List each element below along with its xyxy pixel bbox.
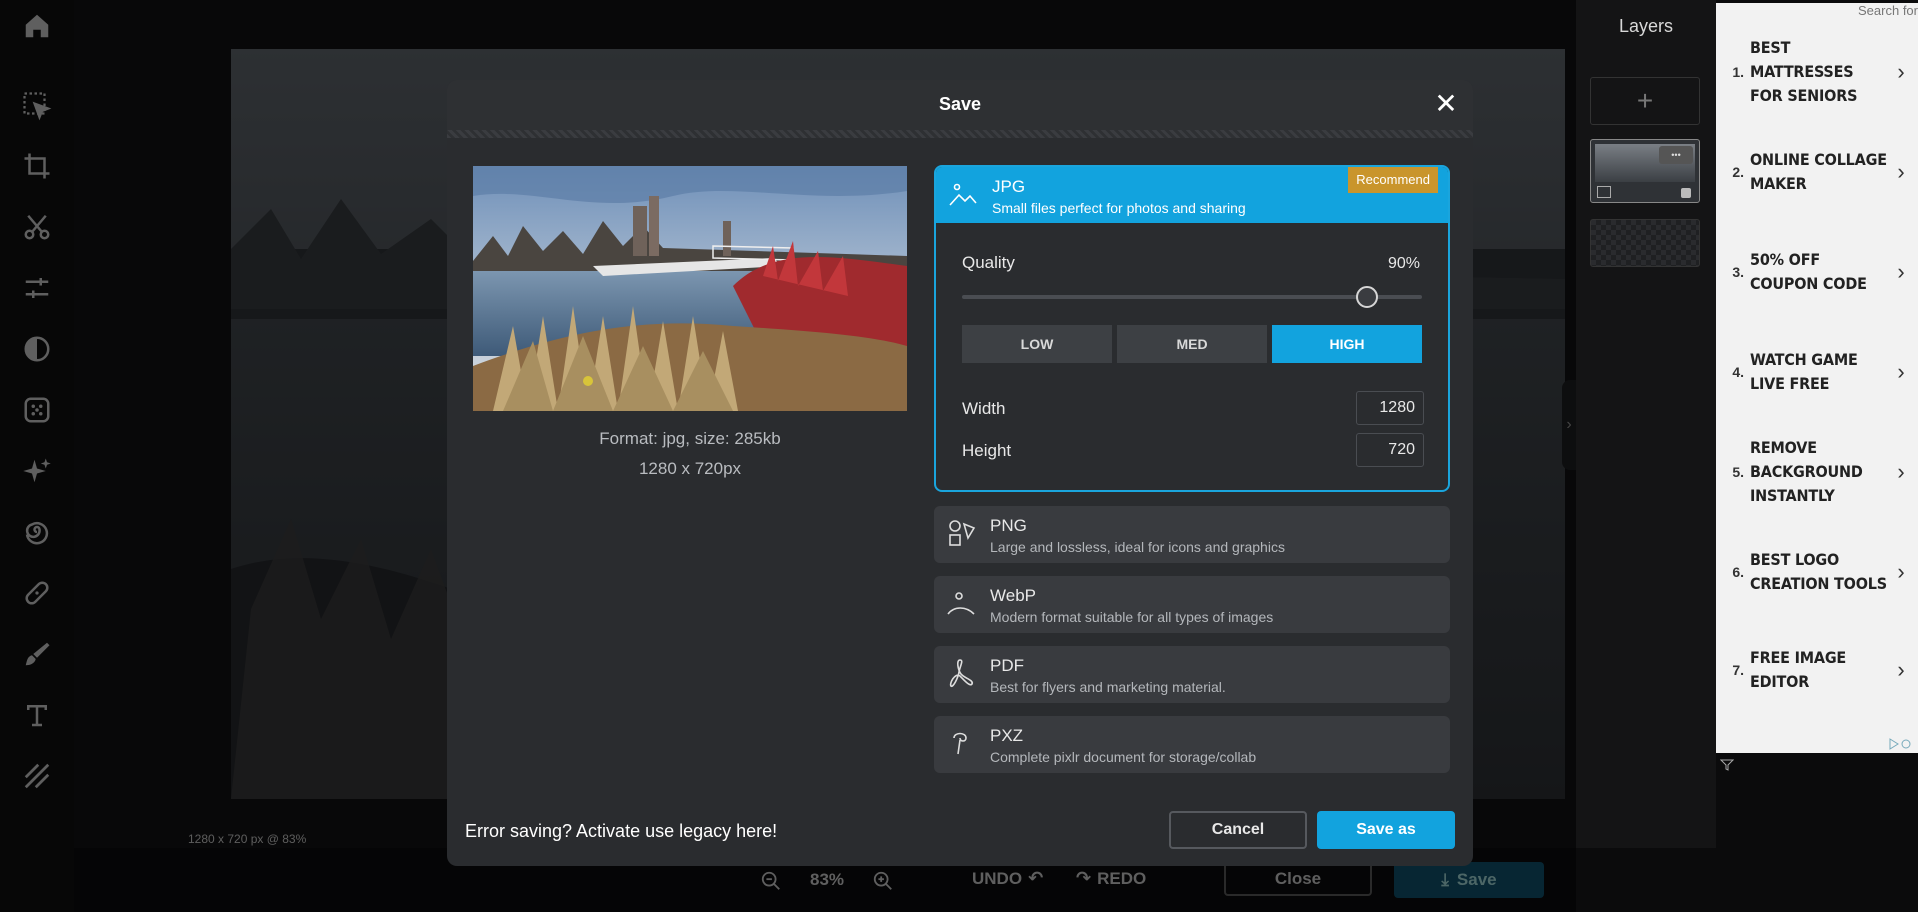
chevron-right-icon: › <box>1897 59 1905 84</box>
dialog-title: Save <box>938 94 982 114</box>
layer-thumbnail[interactable]: ••• <box>1590 139 1700 203</box>
pdf-icon <box>946 656 976 690</box>
image-layer-icon <box>1597 186 1611 198</box>
pxz-pin-icon <box>946 726 976 760</box>
layers-title: Layers <box>1618 16 1674 36</box>
close-icon[interactable]: ✕ <box>1433 90 1459 118</box>
ad-item-label: FREE IMAGE EDITOR <box>1750 648 1847 691</box>
save-as-button[interactable]: Save as <box>1317 811 1455 849</box>
photo-landscape-icon <box>948 177 978 211</box>
dialog-header: Save ✕ <box>447 80 1473 130</box>
layer-options-icon[interactable]: ••• <box>1659 146 1693 164</box>
format-option-webp[interactable]: WebP Modern format suitable for all type… <box>934 576 1450 633</box>
ad-item-label: REMOVE BACKGROUND INSTANTLY <box>1750 438 1863 505</box>
quality-value: 90% <box>1387 255 1420 272</box>
shapes-icon <box>946 516 976 550</box>
add-layer-button[interactable]: + <box>1590 77 1700 125</box>
format-option-pxz[interactable]: PXZ Complete pixlr document for storage/… <box>934 716 1450 773</box>
quality-slider-handle[interactable] <box>1355 286 1378 308</box>
ad-filter-icon[interactable] <box>1719 758 1735 772</box>
ad-item[interactable]: 4. WATCH GAME LIVE FREE › <box>1716 347 1918 397</box>
jpg-name: JPG <box>992 177 1026 196</box>
ad-item-number: 1. <box>1732 64 1744 80</box>
ad-item[interactable]: 6. BEST LOGO CREATION TOOLS › <box>1716 535 1918 609</box>
ad-search-text[interactable]: Search for <box>1858 3 1918 18</box>
chevron-right-icon: › <box>1897 259 1905 284</box>
format-option-pdf[interactable]: PDF Best for flyers and marketing materi… <box>934 646 1450 703</box>
empty-layer-slot[interactable] <box>1590 219 1700 267</box>
ad-item-number: 2. <box>1732 164 1744 180</box>
adchoices-icon[interactable] <box>1888 737 1914 750</box>
layers-panel: Layers + ••• › <box>1562 0 1716 848</box>
png-desc: Large and lossless, ideal for icons and … <box>990 539 1285 555</box>
ad-item-number: 5. <box>1732 464 1744 480</box>
quality-low-button[interactable]: LOW <box>962 325 1112 363</box>
height-label: Height <box>962 441 1012 460</box>
quality-label: Quality <box>962 253 1015 272</box>
ad-item[interactable]: 2. ONLINE COLLAGE MAKER › <box>1716 137 1918 207</box>
format-info: Format: jpg, size: 285kb 1280 x 720px <box>473 424 907 484</box>
jpg-desc: Small files perfect for photos and shari… <box>992 200 1246 216</box>
ad-item-label: BEST MATTRESSES FOR SENIORS <box>1750 38 1858 105</box>
ad-item-label: WATCH GAME LIVE FREE <box>1750 350 1858 393</box>
webp-name: WebP <box>990 586 1036 605</box>
chevron-right-icon: › <box>1897 159 1905 184</box>
quality-med-button[interactable]: MED <box>1117 325 1267 363</box>
pxz-name: PXZ <box>990 726 1024 745</box>
format-option-jpg[interactable]: JPG Small files perfect for photos and s… <box>934 165 1450 492</box>
ad-item[interactable]: 1. BEST MATTRESSES FOR SENIORS › <box>1716 37 1918 107</box>
ad-panel: Search for 1. BEST MATTRESSES FOR SENIOR… <box>1716 3 1918 753</box>
pdf-name: PDF <box>990 656 1024 675</box>
quality-slider-track[interactable] <box>962 295 1422 299</box>
dimensions-text: 1280 x 720px <box>638 459 742 478</box>
format-size-text: Format: jpg, size: 285kb <box>599 429 781 448</box>
pxz-desc: Complete pixlr document for storage/coll… <box>990 749 1257 765</box>
photo-editor-app: 1280 x 720 px @ 83% 83% UNDO ↶ ↷ REDO Cl… <box>0 0 1918 912</box>
ad-item[interactable]: 3. 50% OFF COUPON CODE › <box>1716 247 1918 297</box>
height-input[interactable]: 720 <box>1356 433 1424 467</box>
cancel-button[interactable]: Cancel <box>1169 811 1307 849</box>
ad-item-label: 50% OFF COUPON CODE <box>1750 250 1867 293</box>
recommend-badge: Recommend <box>1348 167 1438 193</box>
webp-person-icon <box>946 586 976 620</box>
ad-item-number: 4. <box>1732 364 1744 380</box>
ad-item[interactable]: 7. FREE IMAGE EDITOR › <box>1716 645 1918 695</box>
width-input[interactable]: 1280 <box>1356 391 1424 425</box>
legacy-mode-link[interactable]: Error saving? Activate use legacy here! <box>465 821 777 842</box>
chevron-right-icon: › <box>1897 359 1905 384</box>
ad-item-label: BEST LOGO CREATION TOOLS <box>1750 550 1887 593</box>
chevron-right-icon: › <box>1897 459 1905 484</box>
pdf-desc: Best for flyers and marketing material. <box>990 679 1226 695</box>
ad-item-number: 3. <box>1732 264 1744 280</box>
header-divider <box>447 130 1473 138</box>
format-option-png[interactable]: PNG Large and lossless, ideal for icons … <box>934 506 1450 563</box>
ad-item-number: 6. <box>1732 564 1744 580</box>
quality-high-button[interactable]: HIGH <box>1272 325 1422 363</box>
width-label: Width <box>962 399 1006 418</box>
ad-item[interactable]: 5. REMOVE BACKGROUND INSTANTLY › <box>1716 435 1918 509</box>
ad-item-label: ONLINE COLLAGE MAKER <box>1750 150 1887 193</box>
plus-icon: + <box>1636 85 1654 116</box>
save-dialog: Save ✕ Format: jpg, size: 285kb 1280 x 7… <box>447 80 1473 866</box>
lock-icon[interactable] <box>1681 188 1691 198</box>
chevron-right-icon: › <box>1897 559 1905 584</box>
jpg-header[interactable]: JPG Small files perfect for photos and s… <box>936 167 1448 223</box>
ad-item-number: 7. <box>1732 662 1744 678</box>
chevron-right-icon: › <box>1897 657 1905 682</box>
png-name: PNG <box>990 516 1027 535</box>
webp-desc: Modern format suitable for all types of … <box>990 609 1274 625</box>
image-preview <box>473 166 907 411</box>
